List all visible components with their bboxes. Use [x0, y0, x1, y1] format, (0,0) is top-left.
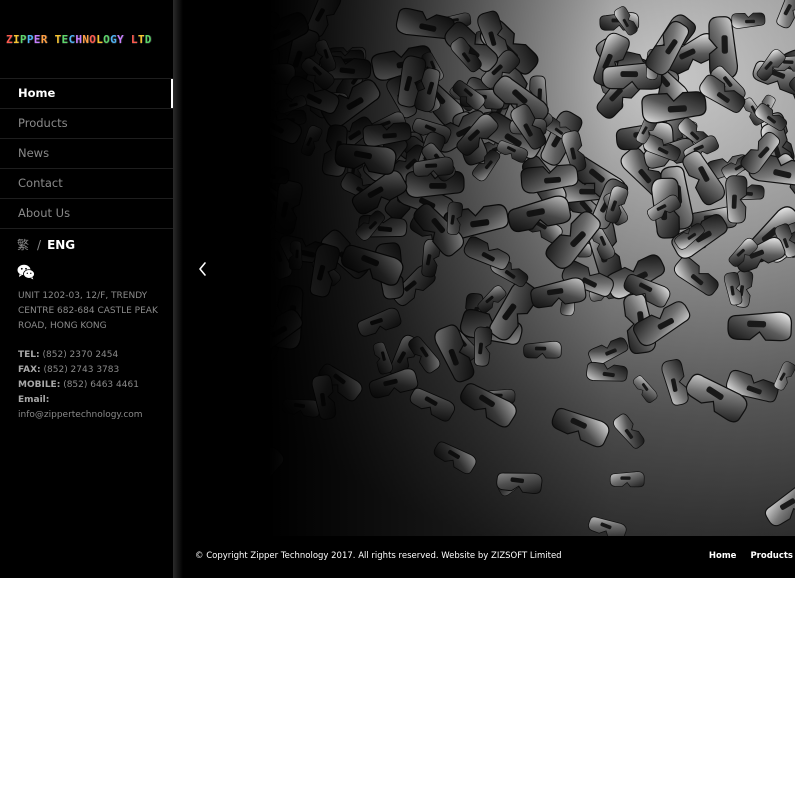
email-line: Email:: [18, 393, 168, 408]
footer-nav: Home Products: [695, 551, 793, 561]
copyright-text: © Copyright Zipper Technology 2017. All …: [195, 551, 562, 561]
fax-value: (852) 2743 3783: [43, 365, 120, 375]
lang-english[interactable]: ENG: [47, 238, 75, 252]
language-switcher: 繁 / ENG: [17, 236, 75, 253]
footer-bar: © Copyright Zipper Technology 2017. All …: [183, 536, 795, 578]
zipper-sliders-photo: [183, 0, 795, 536]
sidebar: ZIPPER TECHNOLOGY LTD Home Products News…: [0, 0, 173, 578]
sidebar-divider: [173, 0, 183, 578]
lang-traditional-chinese[interactable]: 繁: [17, 238, 29, 252]
main-nav: Home Products News Contact About Us: [0, 78, 173, 229]
fax-line: FAX: (852) 2743 3783: [18, 363, 168, 378]
chevron-left-icon[interactable]: [195, 259, 211, 279]
tel-value: (852) 2370 2454: [42, 350, 119, 360]
site-logo[interactable]: ZIPPER TECHNOLOGY LTD: [6, 33, 152, 46]
wechat-icon[interactable]: [17, 264, 35, 280]
nav-item-contact[interactable]: Contact: [0, 169, 173, 199]
tel-line: TEL: (852) 2370 2454: [18, 348, 168, 363]
company-address: UNIT 1202-03, 12/F, TRENDY CENTRE 682-68…: [18, 291, 158, 331]
tel-label: TEL:: [18, 350, 40, 360]
hero-slider: [183, 0, 795, 536]
contact-details: TEL: (852) 2370 2454 FAX: (852) 2743 378…: [18, 348, 168, 423]
lang-separator: /: [37, 238, 42, 252]
nav-item-news[interactable]: News: [0, 139, 173, 169]
footer-link-products[interactable]: Products: [750, 551, 793, 561]
mobile-line: MOBILE: (852) 6463 4461: [18, 378, 168, 393]
fax-label: FAX:: [18, 365, 41, 375]
page: ZIPPER TECHNOLOGY LTD Home Products News…: [0, 0, 795, 795]
email-link[interactable]: info@zippertechnology.com: [18, 408, 168, 423]
email-label: Email:: [18, 395, 50, 405]
nav-item-products[interactable]: Products: [0, 109, 173, 139]
mobile-value: (852) 6463 4461: [63, 380, 139, 390]
nav-item-about-us[interactable]: About Us: [0, 199, 173, 229]
mobile-label: MOBILE:: [18, 380, 61, 390]
nav-item-home[interactable]: Home: [0, 79, 173, 109]
site-frame: ZIPPER TECHNOLOGY LTD Home Products News…: [0, 0, 795, 578]
footer-link-home[interactable]: Home: [709, 551, 737, 561]
